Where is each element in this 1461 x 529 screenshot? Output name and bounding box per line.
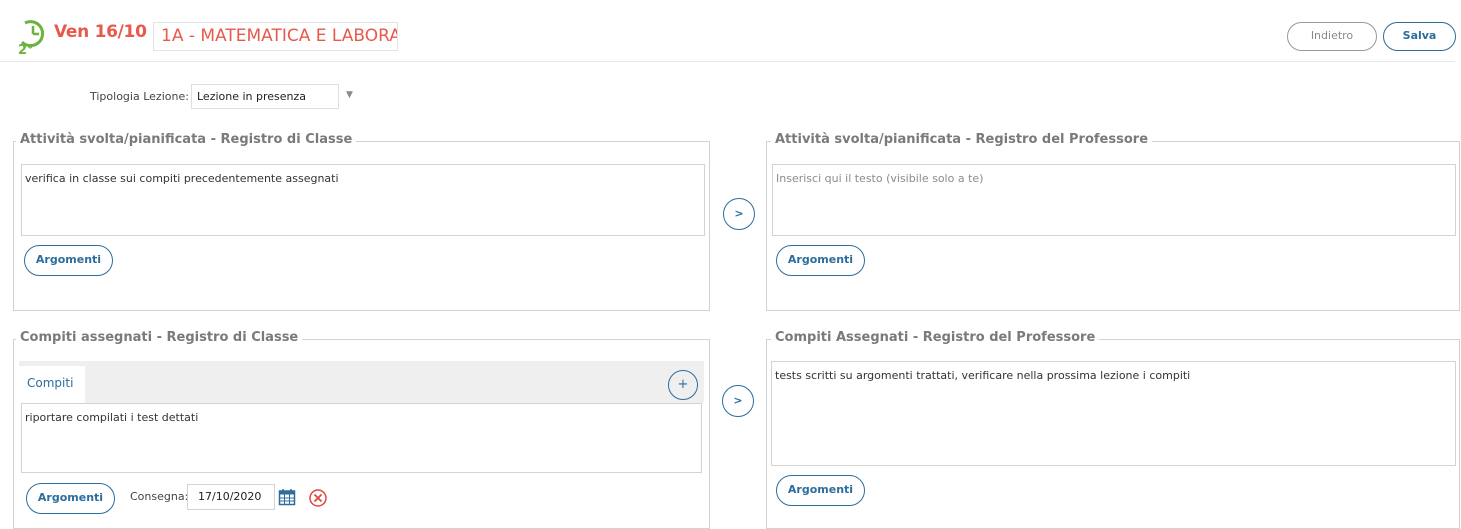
lesson-hour-clock-icon: 2° — [17, 17, 47, 58]
svg-text:2°: 2° — [18, 43, 34, 55]
lesson-date: Ven 16/10 — [54, 22, 147, 42]
homework-prof-legend: Compiti Assegnati - Registro del Profess… — [771, 330, 1100, 345]
homework-class-argomenti-button[interactable]: Argomenti — [26, 483, 115, 514]
lesson-type-select[interactable]: Lezione in presenza — [191, 84, 339, 109]
add-homework-button[interactable]: + — [668, 370, 698, 400]
header-divider — [0, 61, 1455, 62]
save-button[interactable]: Salva — [1383, 22, 1456, 51]
activity-prof-argomenti-button[interactable]: Argomenti — [776, 245, 865, 276]
copy-homework-arrow-button[interactable]: > — [722, 385, 754, 417]
homework-tabbar — [19, 361, 704, 403]
lesson-subject[interactable]: 1A - MATEMATICA E LABORA — [153, 22, 398, 51]
activity-prof-textarea[interactable]: Inserisci qui il testo (visibile solo a … — [772, 164, 1456, 236]
chevron-down-icon[interactable]: ▼ — [346, 90, 353, 100]
homework-class-legend: Compiti assegnati - Registro di Classe — [16, 330, 303, 345]
back-button[interactable]: Indietro — [1287, 22, 1377, 51]
clear-date-icon[interactable] — [308, 488, 328, 508]
consegna-date-input[interactable]: 17/10/2020 — [187, 484, 275, 510]
tab-compiti[interactable]: Compiti — [19, 366, 85, 403]
homework-prof-argomenti-button[interactable]: Argomenti — [776, 475, 865, 506]
activity-class-argomenti-button[interactable]: Argomenti — [24, 245, 113, 276]
activity-prof-legend: Attività svolta/pianificata - Registro d… — [771, 132, 1153, 147]
calendar-icon[interactable] — [278, 488, 296, 506]
copy-activity-arrow-button[interactable]: > — [723, 198, 755, 230]
consegna-label: Consegna: — [130, 490, 189, 503]
lesson-type-label: Tipologia Lezione: — [90, 90, 189, 103]
homework-class-textarea[interactable]: riportare compilati i test dettati — [21, 403, 702, 473]
activity-class-textarea[interactable]: verifica in classe sui compiti precedent… — [21, 164, 705, 236]
activity-class-legend: Attività svolta/pianificata - Registro d… — [16, 132, 357, 147]
homework-prof-textarea[interactable]: tests scritti su argomenti trattati, ver… — [771, 361, 1456, 466]
